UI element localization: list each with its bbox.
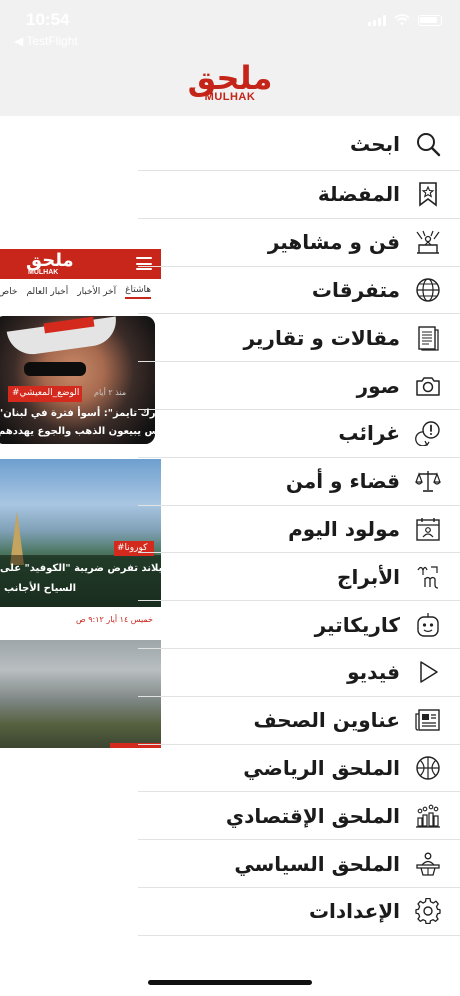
menu-item-label: فيديو	[347, 660, 400, 685]
smiley-robot-icon	[414, 611, 442, 639]
menu-item-label: الملحق الرياضي	[243, 755, 400, 780]
sunglasses-shape	[24, 362, 86, 376]
mulhak-logo: ملحق MULHAK	[184, 62, 276, 104]
preview-logo-latin: MULHAK	[28, 269, 59, 276]
menu-item-label: غرائب	[338, 421, 400, 446]
content-preview[interactable]: ملحق MULHAK هاشتاغ آخر الأخبار أخبار الع…	[0, 249, 161, 749]
battery-icon	[418, 14, 442, 26]
menu-item-oddities[interactable]: غرائب	[138, 410, 460, 458]
basketball-icon	[414, 754, 442, 782]
menu-item-label: الملحق الإقتصادي	[225, 803, 400, 828]
gear-icon	[414, 897, 442, 925]
wifi-icon	[394, 14, 410, 26]
globe-icon	[414, 276, 442, 304]
article-headline-line2: الناس يبيعون الذهب والجوع يهددهم	[0, 426, 155, 437]
article-hashtag: #الوضع_المعيشي	[12, 388, 80, 398]
newspaper-icon	[414, 706, 442, 734]
status-bar: 10:54 ◀ TestFlight	[0, 0, 460, 50]
bar-chart-people-icon	[414, 802, 442, 830]
menu-item-photos[interactable]: صور	[138, 362, 460, 410]
zodiac-icon	[414, 563, 442, 591]
menu-item-newspaper-headlines[interactable]: عناوين الصحف	[138, 697, 460, 745]
article-card[interactable]: #الوضع_المعيشي منذ ٢ أيام "نيويورك تايمز…	[0, 316, 155, 444]
menu-item-settings[interactable]: الإعدادات	[138, 888, 460, 936]
scales-icon	[414, 467, 442, 495]
menu-item-sports[interactable]: الملحق الرياضي	[138, 745, 460, 793]
menu-item-label: الإعدادات	[308, 899, 400, 924]
article-headline-line1: "نيويورك تايمز": أسوأ فترة في لبنان..	[0, 408, 155, 419]
testflight-back-link[interactable]: ◀ TestFlight	[14, 34, 78, 48]
exclamation-bubble-icon	[414, 419, 442, 447]
menu-item-label: كاريكاتير	[314, 612, 400, 637]
article-headline-line2: السياح الأجانب	[4, 583, 77, 594]
menu-item-justice-security[interactable]: قضاء و أمن	[138, 458, 460, 506]
menu-item-video[interactable]: فيديو	[138, 649, 460, 697]
menu-item-art-celebrities[interactable]: فن و مشاهير	[138, 219, 460, 267]
menu-item-caricatures[interactable]: كاريكاتير	[138, 601, 460, 649]
menu-item-favorites[interactable]: المفضلة	[138, 171, 460, 219]
menu-item-label: متفرقات	[311, 277, 400, 302]
menu-item-label: فن و مشاهير	[267, 230, 400, 255]
podium-icon	[414, 850, 442, 878]
menu-item-search[interactable]: ابحث	[138, 117, 460, 171]
status-icons	[368, 14, 442, 26]
preview-tabs: هاشتاغ آخر الأخبار أخبار العالم خاص	[0, 281, 161, 303]
tab-latest-news[interactable]: آخر الأخبار	[77, 287, 116, 297]
menu-item-label: مقالات و تقارير	[243, 325, 400, 350]
menu-item-label: مولود اليوم	[288, 516, 400, 541]
menu-item-label: الملحق السياسي	[234, 851, 400, 876]
tab-exclusive[interactable]: خاص	[0, 287, 17, 297]
menu-item-label: الأبراج	[337, 564, 400, 589]
menu-item-label: ابحث	[350, 131, 400, 156]
bookmark-star-icon	[414, 180, 442, 208]
calendar-person-icon	[414, 515, 442, 543]
menu-item-politics[interactable]: الملحق السياسي	[138, 840, 460, 888]
menu-item-articles-reports[interactable]: مقالات و تقارير	[138, 314, 460, 363]
logo-arabic-text: ملحق	[187, 59, 273, 97]
stage-icon	[414, 228, 442, 256]
preview-top-bar: ملحق MULHAK	[0, 249, 161, 279]
cellular-signal-icon	[368, 14, 386, 26]
search-icon	[414, 130, 442, 158]
menu-item-economy[interactable]: الملحق الإقتصادي	[138, 792, 460, 841]
article-time: منذ ٢ أيام	[94, 388, 127, 397]
home-indicator[interactable]	[148, 980, 312, 985]
preview-logo: ملحق	[26, 250, 74, 271]
article-image[interactable]	[0, 640, 161, 748]
tab-world-news[interactable]: أخبار العالم	[26, 287, 68, 297]
status-time: 10:54	[26, 10, 70, 29]
menu-item-horoscopes[interactable]: الأبراج	[138, 553, 460, 602]
menu-item-label: المفضلة	[317, 182, 400, 207]
document-icon	[414, 324, 442, 352]
menu-item-born-today[interactable]: مولود اليوم	[138, 506, 460, 554]
menu-item-label: صور	[356, 373, 400, 398]
menu-item-label: عناوين الصحف	[253, 708, 400, 733]
menu-item-label: قضاء و أمن	[285, 469, 400, 494]
top-header: 10:54 ◀ TestFlight ملحق MULHAK	[0, 0, 460, 116]
article-headline-line1: تايلاند تفرض ضريبة "الكوفيد" على	[0, 563, 161, 574]
menu-item-miscellaneous[interactable]: متفرقات	[138, 267, 460, 315]
play-icon	[414, 658, 442, 686]
camera-icon	[414, 372, 442, 400]
article-card[interactable]: #كورونا تايلاند تفرض ضريبة "الكوفيد" على…	[0, 459, 161, 607]
drawer-menu: ابحث المفضلة فن و مشاهير متفرقات مقالات …	[138, 117, 460, 936]
